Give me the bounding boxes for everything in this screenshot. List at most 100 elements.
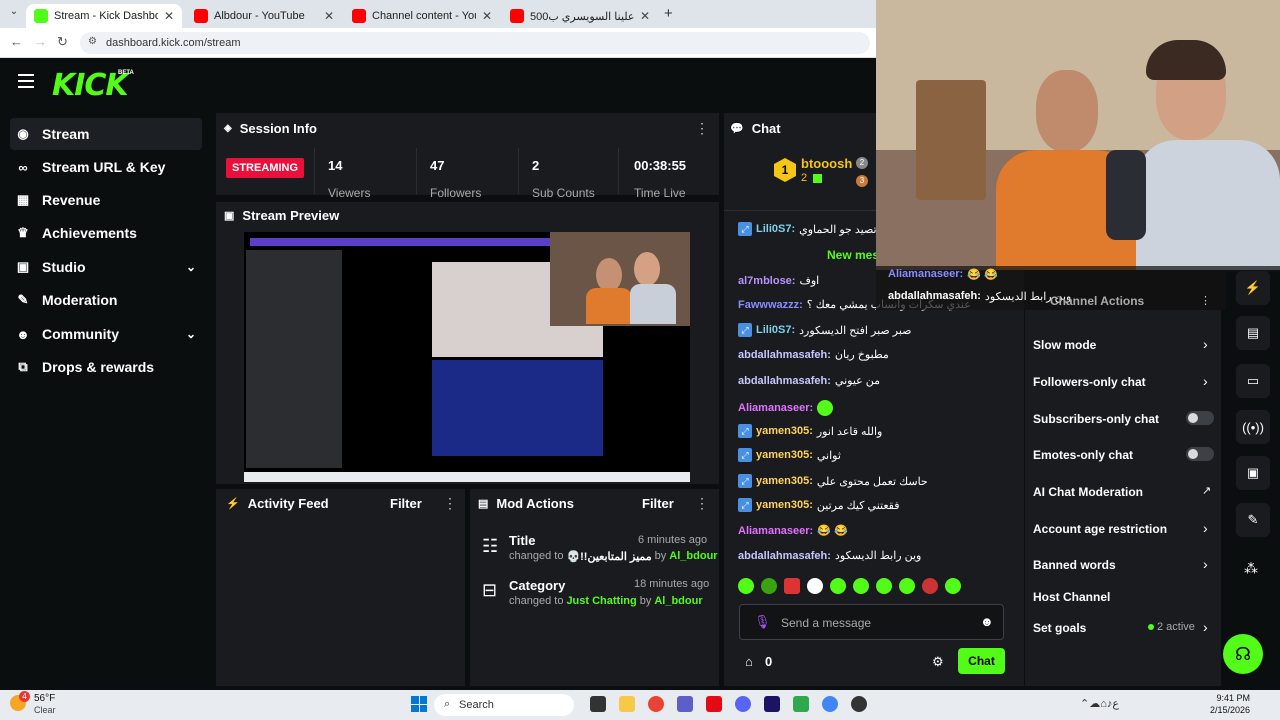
emoji-picker-icon[interactable]: ☻ xyxy=(980,614,994,629)
account-age-option[interactable]: Account age restriction xyxy=(1033,522,1167,536)
followers-only-option[interactable]: Followers-only chat xyxy=(1033,375,1146,389)
apps-icon[interactable]: ⁂ xyxy=(1244,560,1258,577)
host-channel-option[interactable]: Host Channel xyxy=(1033,590,1110,604)
quick-action-bolt-icon[interactable]: ⚡ xyxy=(1236,271,1270,305)
discord-icon[interactable] xyxy=(735,696,751,712)
chevron-right-icon[interactable]: › xyxy=(1203,336,1208,352)
emote-icon[interactable] xyxy=(922,578,938,594)
hamburger-menu-icon[interactable] xyxy=(18,74,34,88)
mod-user-link[interactable]: Al_bdour xyxy=(654,595,702,607)
tab-youtube-albdour[interactable]: Albdour - YouTube ✕ xyxy=(186,4,342,28)
task-view-icon[interactable] xyxy=(590,696,606,712)
chat-username[interactable]: Aliamanaseer: xyxy=(738,402,813,414)
more-options-icon[interactable]: ⋮ xyxy=(695,495,709,512)
chat-username[interactable]: Aliamanaseer: xyxy=(738,525,813,537)
sidebar-item-community[interactable]: ☻ Community ⌄ xyxy=(10,318,202,350)
url-input[interactable]: ⚙ dashboard.kick.com/stream xyxy=(80,32,870,54)
close-tab-icon[interactable]: ✕ xyxy=(482,9,492,23)
chat-username[interactable]: yamen305: xyxy=(756,475,813,487)
more-options-icon[interactable]: ⋮ xyxy=(1200,294,1211,307)
store-icon[interactable]: ⌂ xyxy=(745,654,753,669)
taskbar-search[interactable]: ⌕ Search xyxy=(434,694,574,716)
windows-start-icon[interactable] xyxy=(411,696,427,712)
sidebar-item-stream[interactable]: ◉ Stream xyxy=(10,118,202,150)
site-info-icon[interactable]: ⚙ xyxy=(88,36,97,47)
chevron-right-icon[interactable]: › xyxy=(1203,520,1208,536)
back-icon[interactable]: ← xyxy=(10,34,23,49)
chevron-right-icon[interactable]: › xyxy=(1203,619,1208,635)
tab-youtube-studio[interactable]: Channel content - YouTube Stu ✕ xyxy=(344,4,500,28)
netflix-icon[interactable] xyxy=(706,696,722,712)
sidebar-item-revenue[interactable]: ▦ Revenue xyxy=(10,184,202,216)
video-rail-icon[interactable]: ▣ xyxy=(1236,456,1270,490)
chat-username[interactable]: al7mblose: xyxy=(738,275,795,287)
tab-kick-dashboard[interactable]: Stream - Kick Dashboard ✕ xyxy=(26,4,182,28)
sidebar-item-stream-url-key[interactable]: ∞ Stream URL & Key xyxy=(10,151,202,183)
close-tab-icon[interactable]: ✕ xyxy=(164,9,174,23)
stream-preview-video[interactable] xyxy=(244,232,690,482)
chat-username[interactable]: abdallahmasafeh: xyxy=(738,349,831,361)
wrench-rail-icon[interactable]: ✎ xyxy=(1236,503,1270,537)
premiere-icon[interactable] xyxy=(764,696,780,712)
emote-icon[interactable] xyxy=(761,578,777,594)
chat-username[interactable]: yamen305: xyxy=(756,449,813,461)
new-messages-indicator[interactable]: New mes xyxy=(827,248,879,262)
close-tab-icon[interactable]: ✕ xyxy=(640,9,650,23)
sidebar-item-studio[interactable]: ▣ Studio ⌄ xyxy=(10,251,202,283)
top-gifter-name[interactable]: btooosh xyxy=(801,156,852,171)
subscribers-only-toggle[interactable] xyxy=(1186,411,1214,425)
chat-username[interactable]: Lili0S7: xyxy=(756,223,795,235)
slow-mode-option[interactable]: Slow mode xyxy=(1033,338,1096,352)
new-tab-button[interactable]: + xyxy=(664,5,673,22)
chat-settings-icon[interactable]: ⚙ xyxy=(932,654,944,670)
mod-filter-button[interactable]: Filter xyxy=(642,496,674,511)
emote-icon[interactable] xyxy=(807,578,823,594)
chat-input[interactable]: 🎙 Send a message ☻ xyxy=(739,604,1004,640)
chat-username[interactable]: Lili0S7: xyxy=(756,324,795,336)
chat-username[interactable]: yamen305: xyxy=(756,499,813,511)
activity-filter-button[interactable]: Filter xyxy=(390,496,422,511)
notes-icon[interactable]: ▤ xyxy=(1236,316,1270,350)
banned-words-option[interactable]: Banned words xyxy=(1033,558,1116,572)
chat-username[interactable]: abdallahmasafeh: xyxy=(738,550,831,562)
send-chat-button[interactable]: Chat xyxy=(958,648,1005,674)
emote-icon[interactable] xyxy=(945,578,961,594)
forward-icon[interactable]: → xyxy=(34,34,47,49)
system-tray-icons[interactable]: ⌃☁⌂♪ع xyxy=(1080,697,1119,710)
emote-icon[interactable] xyxy=(830,578,846,594)
app-icon[interactable] xyxy=(793,696,809,712)
support-headset-icon[interactable]: ☊ xyxy=(1223,634,1263,674)
sidebar-item-achievements[interactable]: ♛ Achievements xyxy=(10,217,202,249)
emote-icon[interactable] xyxy=(738,578,754,594)
file-explorer-icon[interactable] xyxy=(619,696,635,712)
broadcast-rail-icon[interactable]: ((•)) xyxy=(1236,410,1270,444)
chrome-icon[interactable] xyxy=(648,696,664,712)
more-options-icon[interactable]: ⋮ xyxy=(695,120,709,137)
chevron-right-icon[interactable]: › xyxy=(1203,373,1208,389)
sidebar-item-moderation[interactable]: ✎ Moderation xyxy=(10,284,202,316)
ai-chat-moderation-option[interactable]: AI Chat Moderation xyxy=(1033,485,1143,499)
chat-rail-icon[interactable]: ▭ xyxy=(1236,364,1270,398)
microphone-icon[interactable]: 🎙 xyxy=(754,614,771,630)
emotes-only-toggle[interactable] xyxy=(1186,447,1214,461)
close-tab-icon[interactable]: ✕ xyxy=(324,9,334,23)
emote-icon[interactable] xyxy=(784,578,800,594)
set-goals-option[interactable]: Set goals xyxy=(1033,621,1086,635)
category-link[interactable]: Just Chatting xyxy=(566,595,636,607)
chat-username[interactable]: Fawwwazzz: xyxy=(738,299,803,311)
emote-icon[interactable] xyxy=(876,578,892,594)
kick-logo[interactable]: KICK xyxy=(52,68,129,103)
tab-list-chevron-icon[interactable]: ⌄ xyxy=(6,6,22,22)
mod-user-link[interactable]: Al_bdour xyxy=(669,550,717,563)
obs-icon[interactable] xyxy=(851,696,867,712)
sidebar-item-drops-rewards[interactable]: ⧉ Drops & rewards xyxy=(10,351,202,383)
chat-username[interactable]: yamen305: xyxy=(756,425,813,437)
teams-icon[interactable] xyxy=(677,696,693,712)
chat-username[interactable]: abdallahmasafeh: xyxy=(738,375,831,387)
reload-icon[interactable]: ↻ xyxy=(57,34,68,50)
external-link-icon[interactable]: ↗ xyxy=(1202,484,1211,497)
chrome-active-icon[interactable] xyxy=(822,696,838,712)
emote-icon[interactable] xyxy=(899,578,915,594)
emote-icon[interactable] xyxy=(853,578,869,594)
chevron-right-icon[interactable]: › xyxy=(1203,556,1208,572)
